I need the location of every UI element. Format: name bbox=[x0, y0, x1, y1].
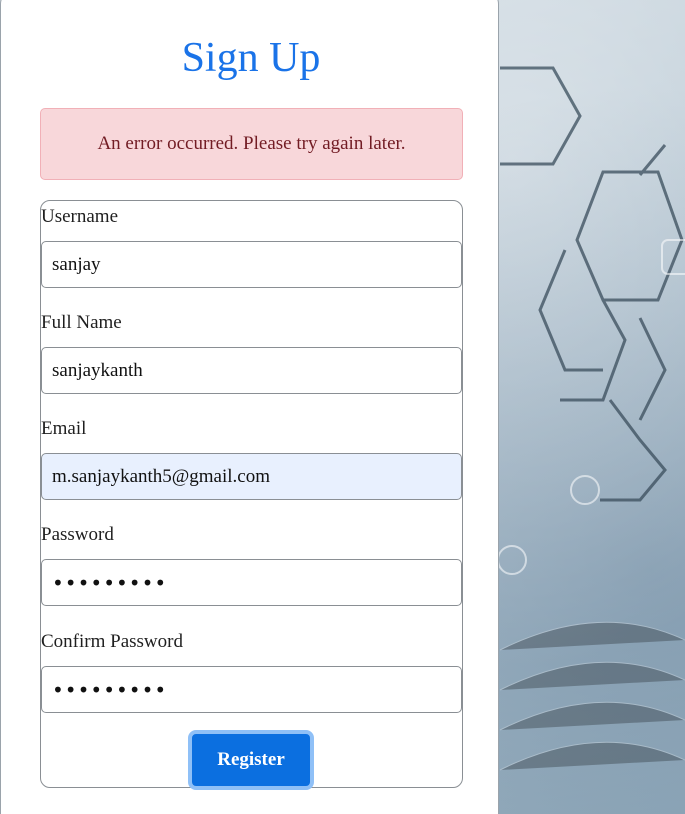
error-alert: An error occurred. Please try again late… bbox=[40, 108, 463, 180]
register-button[interactable]: Register bbox=[188, 730, 314, 790]
page: Sign Up An error occurred. Please try ag… bbox=[0, 0, 685, 814]
username-input[interactable] bbox=[41, 241, 462, 288]
password-label: Password bbox=[41, 524, 114, 545]
email-label: Email bbox=[41, 418, 87, 439]
page-title: Sign Up bbox=[181, 35, 321, 81]
email-input[interactable] bbox=[41, 453, 462, 500]
confirm-password-input[interactable] bbox=[41, 666, 462, 713]
username-label: Username bbox=[41, 206, 119, 227]
error-message: An error occurred. Please try again late… bbox=[97, 133, 406, 154]
password-input[interactable] bbox=[41, 559, 462, 606]
signup-form: Username Full Name Email Password Confir… bbox=[40, 200, 463, 790]
full-name-label: Full Name bbox=[41, 312, 122, 333]
confirm-password-label: Confirm Password bbox=[41, 631, 183, 652]
full-name-input[interactable] bbox=[41, 347, 462, 394]
